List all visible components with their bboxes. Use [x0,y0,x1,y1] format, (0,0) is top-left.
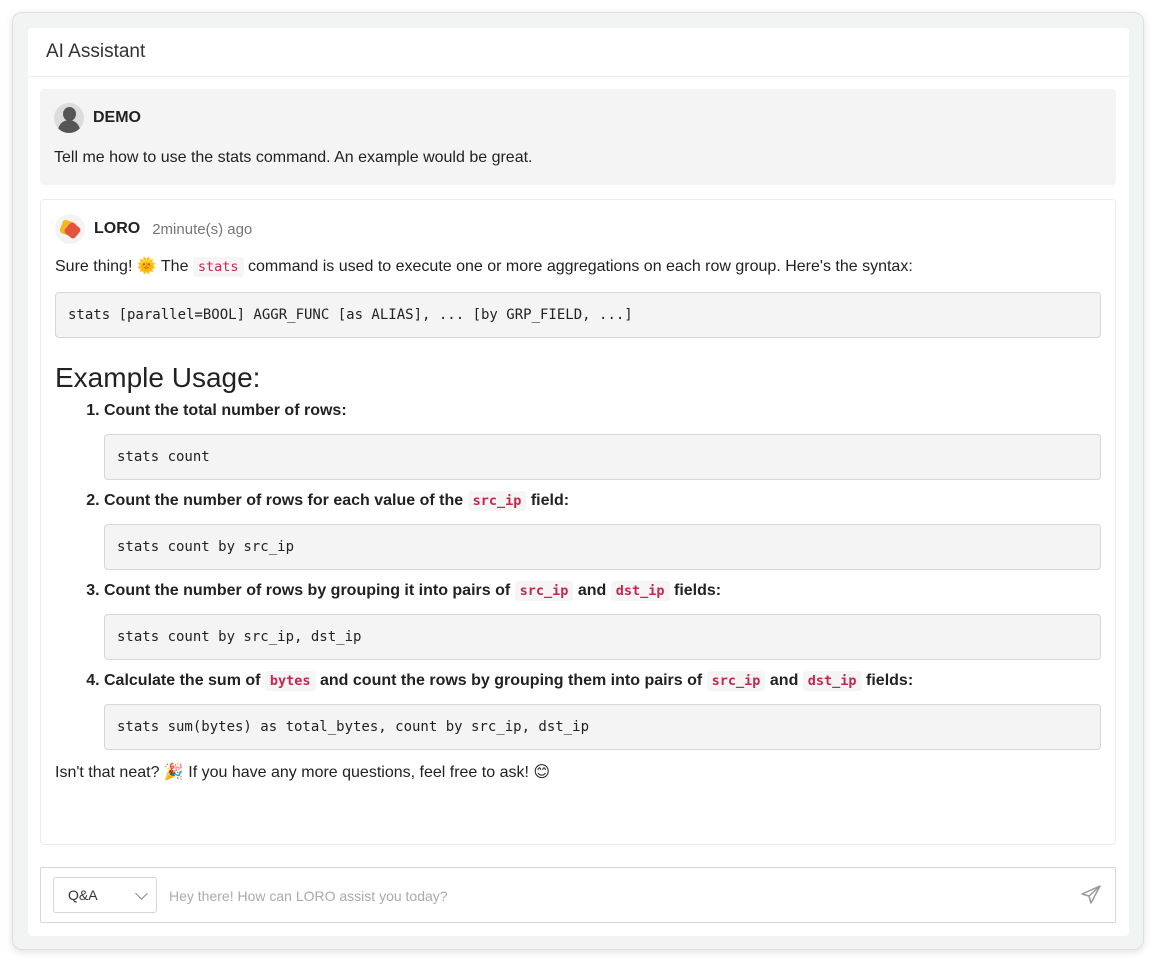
chevron-down-icon [135,887,148,900]
example-step-1: Count the total number of rows: stats co… [104,402,1101,480]
message-composer: Q&A [40,867,1116,923]
mode-select[interactable]: Q&A [53,877,157,913]
ai-outro: Isn't that neat? 🎉 If you have any more … [55,764,551,781]
ai-message-time: 2minute(s) ago [152,220,253,238]
step-1-code-block: stats count [104,434,1101,480]
user-message: DEMO Tell me how to use the stats comman… [40,89,1116,185]
ai-message-header: LORO 2minute(s) ago [55,214,252,244]
user-avatar-head [63,107,76,121]
intro-text-after: command is used to execute one or more a… [243,258,913,275]
ai-name: LORO [94,220,141,237]
step-2-text-a: Count the number of rows for each value … [104,492,468,509]
step-4-text-b: and count the rows by grouping them into… [315,672,707,689]
example-step-4: Calculate the sum of bytes and count the… [104,671,1101,750]
step-2-inline-code-a: src_ip [467,491,527,511]
syntax-code-block: stats [parallel=BOOL] AGGR_FUNC [as ALIA… [55,292,1101,338]
step-3-text-a: Count the number of rows by grouping it … [104,582,515,599]
mode-select-value: Q&A [68,887,98,903]
example-usage-heading: Example Usage: [55,362,261,393]
step-4-inline-code-b: src_ip [706,671,766,691]
ai-message: LORO 2minute(s) ago Sure thing! 🌞 The st… [40,199,1116,845]
example-step-2: Count the number of rows for each value … [104,491,1101,570]
send-icon[interactable] [1079,883,1103,907]
example-step-3: Count the number of rows by grouping it … [104,581,1101,660]
step-3-text-b: and [573,582,611,599]
user-message-text: Tell me how to use the stats command. An… [54,149,533,166]
ai-intro: Sure thing! 🌞 The stats command is used … [55,256,1101,278]
step-4-text-d: fields: [861,672,914,689]
assistant-panel: AI Assistant DEMO Tell me how to use the… [28,28,1129,936]
step-2-code-block: stats count by src_ip [104,524,1101,570]
step-3-code-block: stats count by src_ip, dst_ip [104,614,1101,660]
step-3-text-c: fields: [669,582,722,599]
step-2-text-b: field: [526,492,570,509]
panel-header: AI Assistant [28,28,1129,77]
chat-input[interactable] [167,878,1051,914]
user-message-header: DEMO [54,103,141,133]
step-4-inline-code-a: bytes [264,671,316,691]
step-3-inline-code-a: src_ip [514,581,574,601]
step-3-inline-code-b: dst_ip [610,581,670,601]
step-4-inline-code-c: dst_ip [802,671,862,691]
panel-title: AI Assistant [46,41,146,62]
ai-avatar [55,214,85,244]
step-4-text-c: and [765,672,803,689]
example-steps-list: Count the total number of rows: stats co… [55,402,1101,750]
step-4-text-a: Calculate the sum of [104,672,265,689]
assistant-window: AI Assistant DEMO Tell me how to use the… [12,12,1144,950]
step-4-code-block: stats sum(bytes) as total_bytes, count b… [104,704,1101,750]
intro-text-before: Sure thing! 🌞 The [55,258,193,275]
user-name: DEMO [93,109,141,126]
user-avatar-body [58,120,80,133]
user-avatar [54,103,84,133]
ai-message-body: Sure thing! 🌞 The stats command is used … [55,256,1101,782]
inline-code-stats: stats [192,257,244,277]
step-1-text: Count the total number of rows: [104,402,347,419]
